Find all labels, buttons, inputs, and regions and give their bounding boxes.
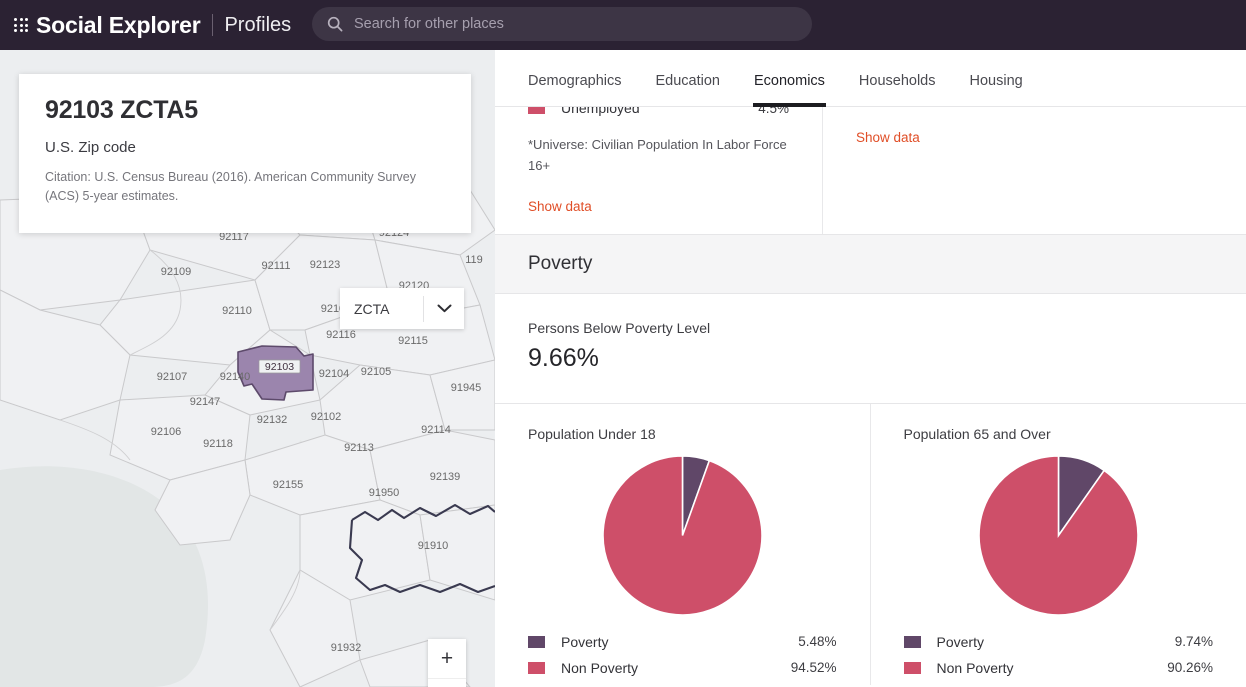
search-box[interactable] [312,7,812,41]
legend-value: 4.5% [758,107,789,116]
legend-swatch [528,107,545,114]
legend-item: Non Poverty 90.26% [903,655,1213,681]
map-zcta-label: 92107 [157,371,188,383]
map-zcta-label: 91945 [451,382,482,394]
map-zcta-label: 92111 [262,260,291,272]
section-title: Poverty [528,252,593,274]
stat-label: Persons Below Poverty Level [528,319,711,336]
place-type: U.S. Zip code [45,139,136,156]
map-zcta-label: 92118 [203,438,233,450]
legend-label: Poverty [936,633,984,650]
app-header: Social Explorer Profiles [0,0,1246,50]
legend-item: Unemployed 4.5% [528,107,789,121]
search-input[interactable] [354,16,812,32]
tab-demographics[interactable]: Demographics [528,73,622,106]
employment-right-column: Show data [823,107,1246,234]
chart-title: Population 65 and Over [903,425,1051,442]
dot-grid-icon [14,18,28,32]
map-zcta-label: 92102 [311,411,342,423]
map-zcta-label: 92106 [151,426,182,438]
tab-education[interactable]: Education [656,73,721,106]
map-zcta-label: 92117 [219,231,249,243]
map-zcta-label: 92140 [220,371,251,383]
legend-item: Poverty 9.74% [903,629,1213,655]
legend-value: 9.74% [1174,634,1213,650]
page-title: 92103 ZCTA5 [45,96,198,124]
map-zcta-label: 91932 [331,642,362,654]
brand-name: Social Explorer [36,11,201,38]
legend-swatch [528,635,545,648]
pie-wrapper [904,455,1214,615]
legend-value: 5.48% [798,634,837,650]
legend-swatch [903,661,921,674]
map-zcta-label: 92110 [222,305,252,317]
pie-chart [978,455,1138,615]
map-zcta-label: 92105 [361,366,392,378]
legend-swatch [903,635,921,648]
geography-select[interactable]: ZCTA [340,288,464,329]
map-zoom-controls[interactable]: + − [428,639,466,687]
legend-item: Poverty 5.48% [528,629,837,655]
map-zcta-label: 92114 [421,424,451,436]
map-zcta-label: 92139 [430,471,461,483]
legend-item: Non Poverty 94.52% [528,655,837,681]
zoom-out-button[interactable]: − [428,678,466,687]
legend-value: 90.26% [1167,660,1213,676]
universe-note: *Universe: Civilian Population In Labor … [528,137,787,173]
show-data-link[interactable]: Show data [528,199,592,214]
logo-divider [212,14,214,36]
poverty-charts: Population Under 18 Poverty 5.48% Non Pover… [495,402,1246,685]
map-pane[interactable]: 92103 9203792117921249210992111921231199… [0,50,495,687]
tab-households[interactable]: Households [859,73,936,106]
chart-column: Population Under 18 Poverty 5.48% Non Pover… [495,403,871,685]
stat-value: 9.66% [528,343,599,372]
legend-swatch [528,661,545,674]
logo[interactable]: Social Explorer Profiles [14,12,291,39]
legend-value: 94.52% [790,660,837,676]
map-zcta-label: 91910 [418,540,449,552]
selected-zcta-label: 92103 [265,361,294,373]
citation-text: Citation: U.S. Census Bureau (2016). Ame… [45,170,416,204]
map-zcta-label: 92104 [319,368,350,380]
show-data-link[interactable]: Show data [856,130,920,145]
map-zcta-label: 92109 [161,266,192,278]
search-icon [327,16,343,32]
geography-select-value: ZCTA [354,300,390,317]
chart-column: Population 65 and Over Poverty 9.74% Non Po… [871,404,1246,685]
chart-legend: Poverty 9.74% Non Poverty 90.26% [903,629,1213,685]
profile-scroll-body[interactable]: Unemployed 4.5% *Universe: Civilian Popu… [495,107,1246,687]
legend-label: Poverty [561,633,609,650]
chart-title: Population Under 18 [528,425,656,442]
pie-wrapper [528,455,837,615]
legend-label: Unemployed [561,107,640,116]
poverty-section-header: Poverty [495,233,1246,294]
tab-economics[interactable]: Economics [753,73,826,107]
map-zcta-label: 92115 [398,335,428,347]
pie-chart [602,455,762,615]
employment-left-column: Unemployed 4.5% *Universe: Civilian Popu… [495,107,823,234]
profile-content: Demographics Education Economics Households… [495,50,1246,687]
employment-section: Unemployed 4.5% *Universe: Civilian Popu… [495,107,1246,234]
map-zcta-label: 92132 [257,414,288,426]
chart-legend: Poverty 5.48% Non Poverty 94.52% [528,629,837,685]
zoom-in-button[interactable]: + [428,639,466,678]
legend-label: Non Poverty [936,659,1014,676]
legend-label: Non Poverty [561,659,639,676]
map-zcta-label: 92116 [326,329,356,341]
map-zcta-label: 92123 [310,259,341,271]
section-name: Profiles [224,13,292,36]
poverty-stat: Persons Below Poverty Level 9.66% [495,294,1246,403]
map-zcta-label: 92147 [190,396,221,408]
map-zcta-label: 92113 [344,442,374,454]
map-zcta-label: 91950 [369,487,400,499]
place-info-card: 92103 ZCTA5 U.S. Zip code Citation: U.S.… [19,74,471,233]
profile-tabs[interactable]: Demographics Education Economics Households… [495,50,1246,107]
tab-housing[interactable]: Housing [970,73,1023,106]
map-zcta-label: 92155 [273,479,304,491]
map-zcta-label: 119 [465,254,483,266]
chevron-down-icon[interactable] [424,304,464,313]
